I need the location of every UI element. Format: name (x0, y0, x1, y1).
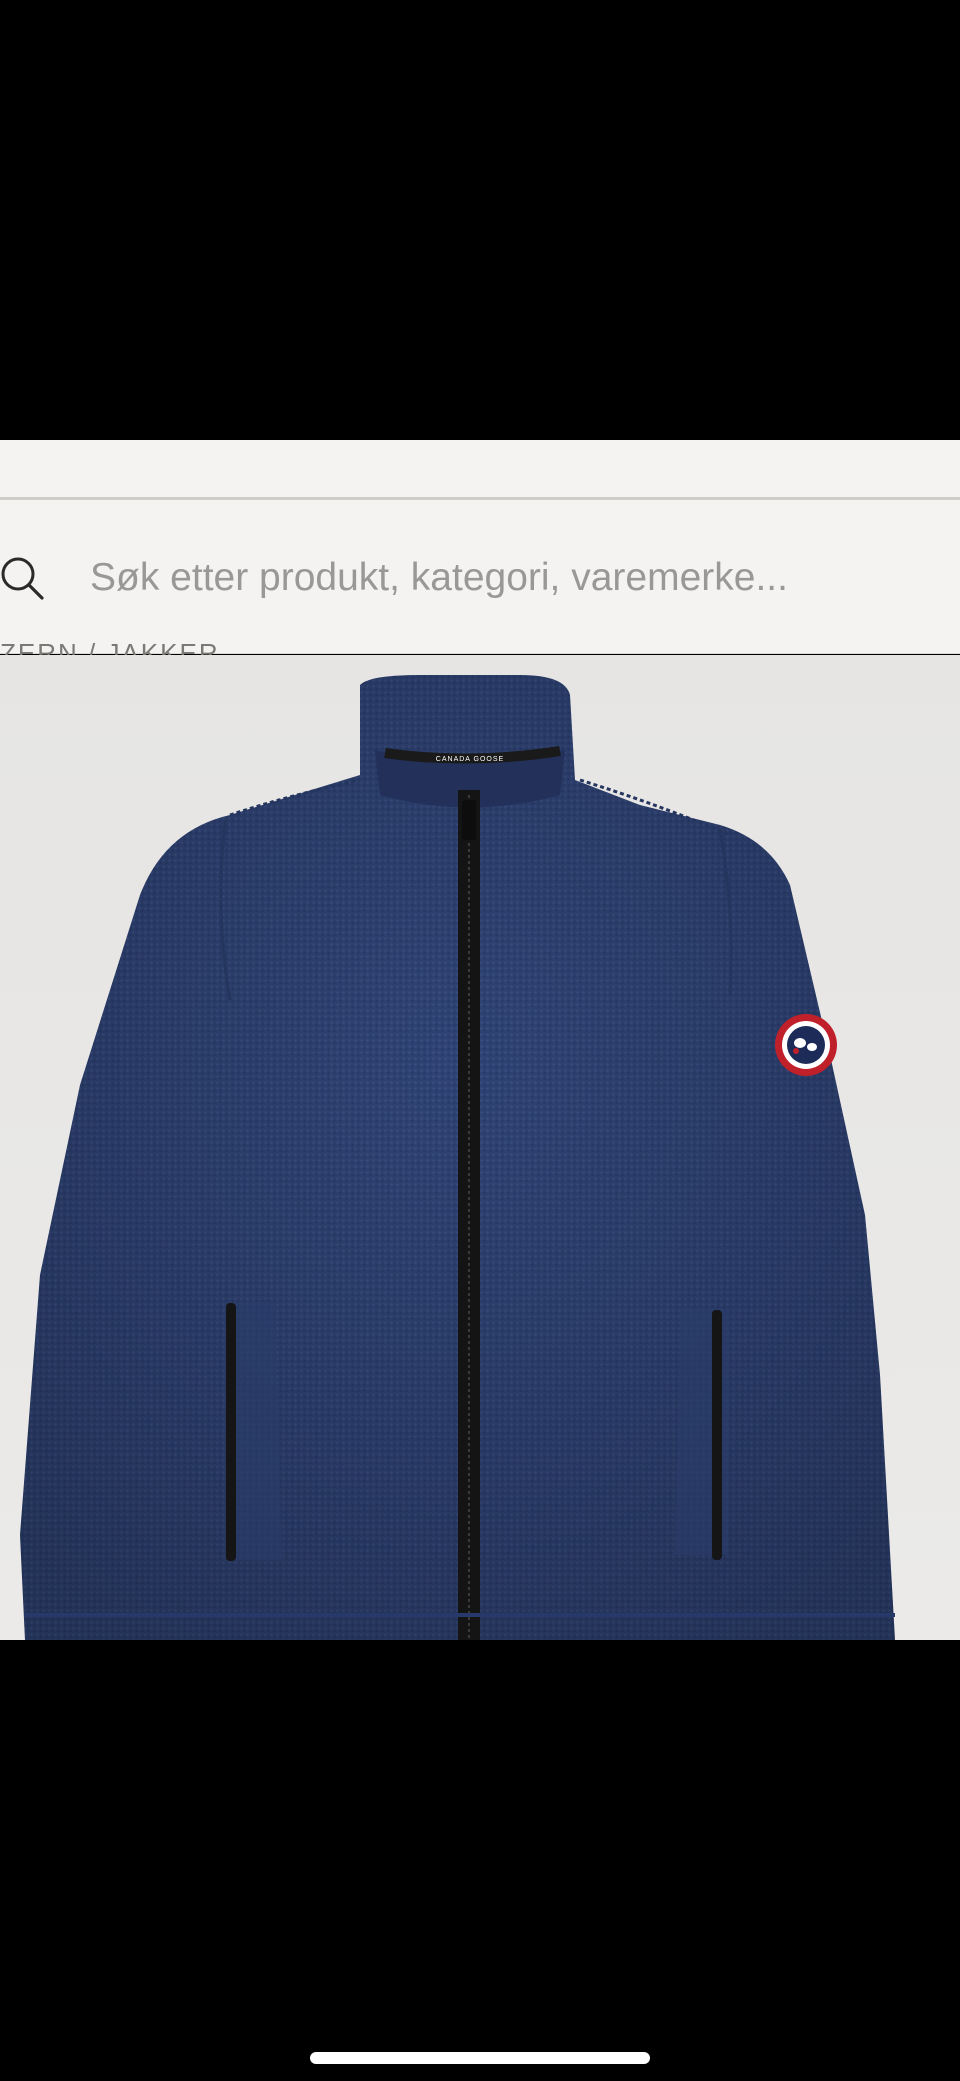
collar-tape-text: CANADA GOOSE (436, 756, 504, 763)
arctic-program-patch (775, 1014, 837, 1076)
header-strip (0, 440, 960, 498)
search-input[interactable] (90, 548, 950, 608)
product-image[interactable]: CANADA GOOSE (0, 655, 960, 1640)
left-pocket (225, 1303, 282, 1561)
status-area-black (0, 0, 960, 440)
home-indicator[interactable] (310, 2052, 650, 2064)
right-pocket (675, 1307, 730, 1560)
jacket-illustration: CANADA GOOSE (20, 675, 895, 1640)
bottom-black-area (0, 1640, 960, 2081)
search-icon[interactable] (0, 556, 44, 600)
